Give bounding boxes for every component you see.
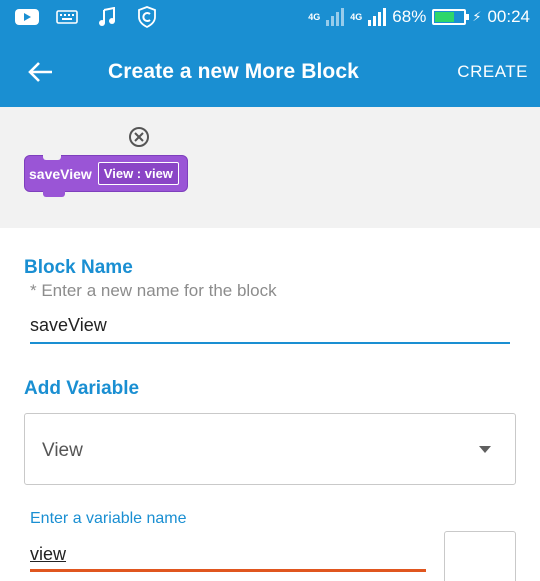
create-button[interactable]: CREATE [457,62,528,82]
clock: 00:24 [487,7,530,26]
dropdown-arrow-icon [479,446,491,453]
app-bar: Create a new More Block CREATE [0,36,540,107]
block-preview-name: saveView [29,165,92,182]
more-block-preview: saveView View : view [24,155,188,197]
music-note-icon [94,7,120,27]
remove-variable-icon[interactable] [128,126,150,148]
battery-fill [435,12,454,22]
variable-name-input[interactable] [30,540,426,572]
variable-type-dropdown[interactable]: View [24,413,516,485]
add-variable-heading: Add Variable [24,378,140,399]
keyboard-icon [54,7,80,27]
charging-icon: ⚡ [472,9,482,24]
back-button[interactable] [20,56,60,88]
status-bar-notifications [14,6,160,28]
shield-c-icon [134,6,160,28]
block-name-heading: Block Name [24,257,133,278]
battery-icon [432,9,470,25]
variable-type-selected: View [42,440,83,461]
variable-name-label: Enter a variable name [30,510,187,527]
block-preview-area: saveView View : view [0,107,540,228]
page-title: Create a new More Block [108,60,359,83]
signal-strength-icon [326,8,345,26]
network-type-label-2: 4G [350,11,363,22]
block-name-input[interactable] [30,312,510,344]
arrow-back-icon [28,62,52,82]
battery-percent: 68% [392,7,427,26]
signal-strength-icon-2 [368,8,387,26]
block-preview-parameter: View : view [97,162,179,185]
status-bar: 4G 4G 68% ⚡ 00:24 [0,0,540,36]
youtube-icon [14,7,40,27]
add-variable-button[interactable] [444,531,516,581]
block-name-hint: * Enter a new name for the block [30,281,277,300]
network-type-label: 4G [308,11,321,22]
status-bar-system: 4G 4G 68% ⚡ 00:24 [308,7,530,27]
